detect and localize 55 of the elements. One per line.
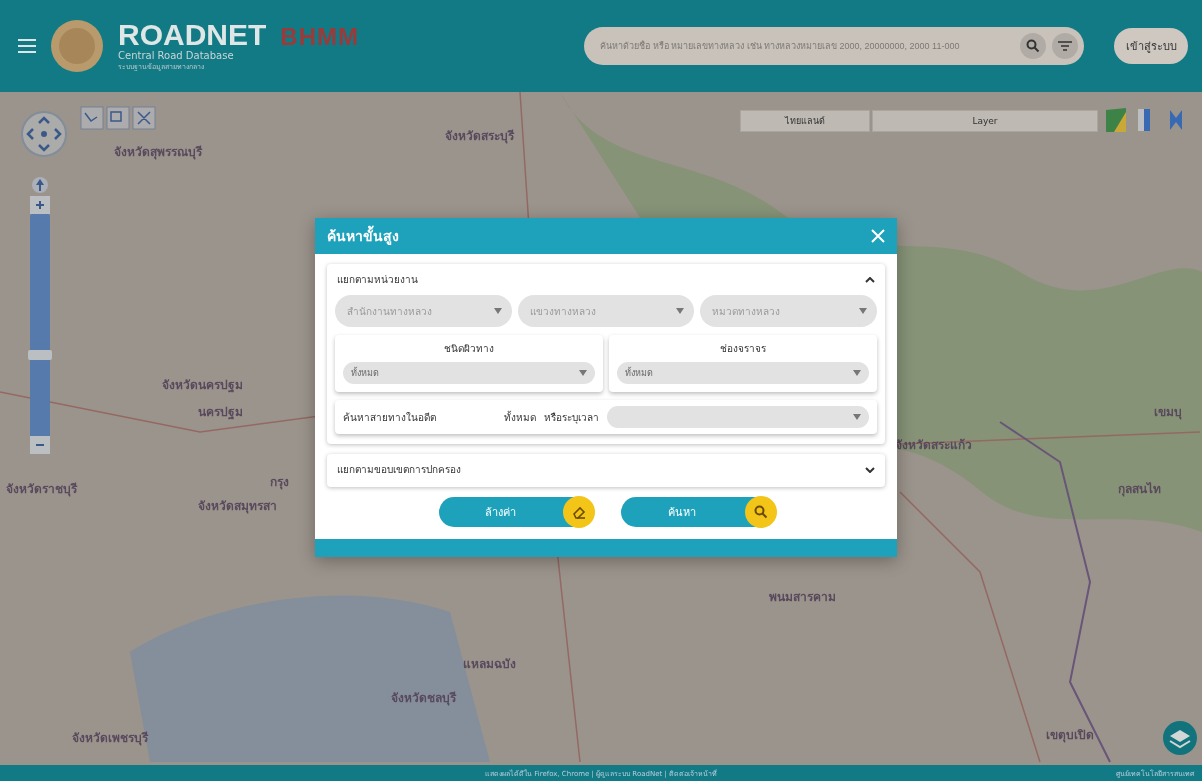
search-icon [1026,39,1040,53]
dropdown-caret-icon [859,308,867,314]
pan-control-icon[interactable] [20,110,68,158]
dropdown-caret-icon [493,308,502,314]
search-button[interactable] [1020,33,1046,59]
basemap-select[interactable]: ไทยแลนด์ [740,110,870,132]
layers-icon[interactable] [1162,720,1198,756]
place-label: จังหวัดเพชรบุรี [72,730,149,747]
zoom-slider-thumb[interactable] [28,349,52,360]
all-option[interactable]: ทั้งหมด [504,409,536,425]
place-label: พนมสารคาม [769,588,837,606]
layer-select[interactable]: Layer [872,110,1098,132]
place-label: จังหวัดราชบุรี [6,480,77,498]
zoom-in-icon[interactable] [30,196,50,214]
place-label: กุลสนไท [1117,480,1161,498]
dialog-title: ค้นหาขั้นสูง [327,225,399,247]
search-input[interactable]: ค้นหาด้วยชื่อ หรือ หมายเลขทางหลวง เช่น ทางหลวงหมายเลข 2000, 20000000, 2000 11-000 [598,40,1014,52]
partner-logo: BHMM [280,23,359,51]
eraser-icon [571,504,587,520]
place-label: จังหวัดนครปฐม [162,376,244,394]
section-toggle[interactable]: แยกตามขอบเขตการปกครอง [335,462,877,477]
chevron-icon [865,276,875,283]
card-title: ชนิดผิวทาง [443,342,495,356]
place-label: จังหวัดสระบุรี [444,127,514,145]
chevron-icon [865,466,875,473]
section-toggle[interactable]: แยกตามหน่วยงาน [335,272,877,287]
zoom-out-icon[interactable] [30,436,50,454]
place-label: จังหวัดสระแก้ว [895,437,973,455]
place-label: จังหวัดสุพรรณบุรี [114,144,203,162]
menu-icon[interactable] [18,39,36,53]
date-option[interactable]: หรือระบุเวลา [544,409,599,425]
place-label: เขตุบเปิด [1045,726,1094,744]
dropdown-caret-icon [853,414,861,420]
dropdown-caret-icon [676,308,685,314]
history-label: ค้นหาสายทางในอดีต [343,410,436,425]
dropdown-caret-icon [853,370,861,376]
place-label: กรุง [270,474,290,492]
close-icon [871,229,885,243]
place-label: จังหวัดสมุทรสา [198,497,278,515]
brand-tagline: Central Road Database [118,50,235,61]
select-field[interactable]: ทั้งหมด [343,362,595,384]
place-label: จังหวัดชลบุรี [390,689,456,707]
brand-name: ROADNET [118,20,267,50]
place-label: แหลมฉบัง [462,655,516,673]
login-button[interactable]: เข้าสู่ระบบ [1114,28,1188,64]
search-field[interactable]: ค้นหาด้วยชื่อ หรือ หมายเลขทางหลวง เช่น ทางหลวงหมายเลข 2000, 20000000, 2000 11-000 [584,27,1084,65]
dropdown-caret-icon [579,370,587,376]
filter-icon [1058,41,1072,51]
filter-button[interactable] [1052,33,1078,59]
place-label: เขมบุ [1153,403,1182,421]
search-icon [754,505,768,519]
emblem-logo [50,19,104,73]
card-title: ช่องจราจร [719,342,767,356]
place-label: นครปฐม [198,403,244,421]
select-field[interactable]: ทั้งหมด [617,362,869,384]
